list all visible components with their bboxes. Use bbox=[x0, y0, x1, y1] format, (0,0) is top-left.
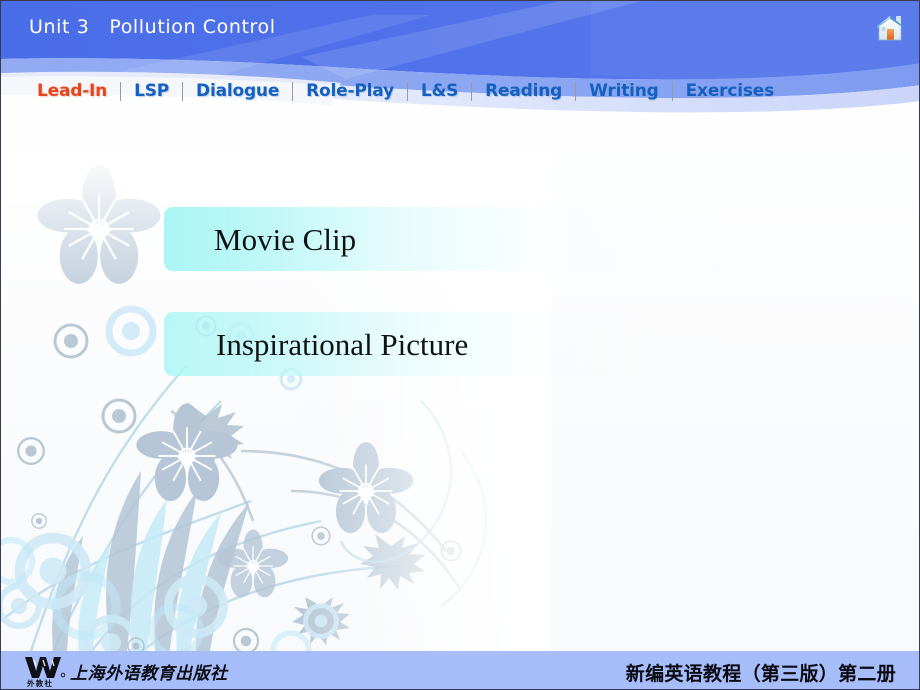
nav-item-role-play[interactable]: Role-Play bbox=[306, 81, 394, 101]
nav-separator bbox=[406, 81, 408, 101]
publisher-name: 上海外语教育出版社 bbox=[70, 663, 228, 684]
nav-separator bbox=[182, 81, 184, 101]
nav-item-dialogue[interactable]: Dialogue bbox=[196, 81, 279, 101]
nav-item-writing[interactable]: Writing bbox=[589, 81, 659, 101]
nav-separator bbox=[575, 81, 577, 101]
nav-separator bbox=[120, 81, 122, 101]
publisher-logo: 外教社 上海外语教育出版社 bbox=[23, 654, 227, 688]
nav-separator bbox=[671, 81, 673, 101]
publisher-mark-icon: 外教社 bbox=[25, 657, 66, 688]
inspirational-picture-label: Inspirational Picture bbox=[216, 326, 469, 362]
page-title: Unit 3 Pollution Control bbox=[29, 16, 276, 38]
nav-item-lsp[interactable]: LSP bbox=[134, 81, 169, 101]
footer-bar: 外教社 上海外语教育出版社 新编英语教程（第三版）第二册 bbox=[1, 651, 919, 689]
movie-clip-button[interactable]: Movie Clip bbox=[164, 207, 726, 271]
nav-separator bbox=[292, 81, 294, 101]
movie-clip-label: Movie Clip bbox=[214, 221, 357, 257]
title-bar: Unit 3 Pollution Control bbox=[1, 1, 919, 53]
nav-item-ls[interactable]: L&S bbox=[421, 81, 459, 101]
nav-separator bbox=[471, 81, 473, 101]
section-nav: Lead-In LSP Dialogue Role-Play L&S Readi… bbox=[1, 75, 919, 107]
home-icon[interactable] bbox=[873, 11, 907, 45]
nav-item-lead-in[interactable]: Lead-In bbox=[37, 81, 107, 101]
nav-item-reading[interactable]: Reading bbox=[485, 81, 562, 101]
publisher-sub-label: 外教社 bbox=[27, 678, 53, 688]
nav-item-exercises[interactable]: Exercises bbox=[686, 81, 775, 101]
presentation-slide: Unit 3 Pollution Control Lead-In LSP Dia… bbox=[0, 0, 920, 690]
inspirational-picture-button[interactable]: Inspirational Picture bbox=[164, 312, 726, 376]
book-title: 新编英语教程（第三版）第二册 bbox=[625, 663, 896, 685]
